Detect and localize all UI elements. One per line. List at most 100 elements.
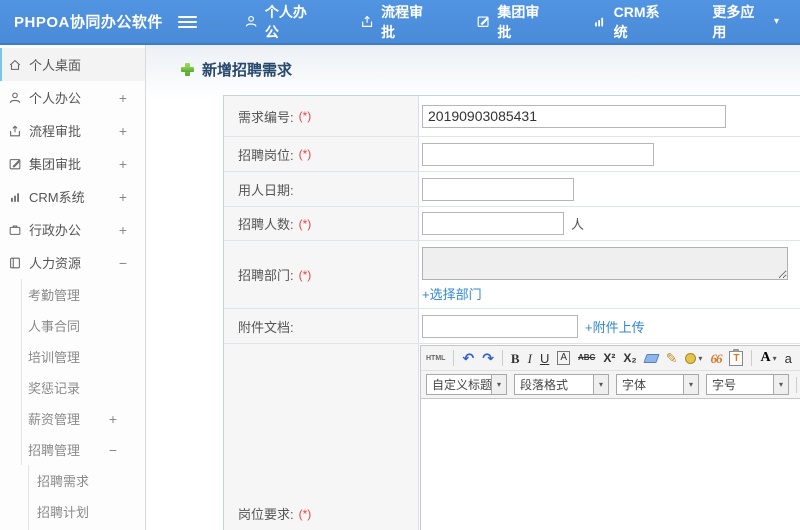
field-label: 需求编号:: [238, 109, 294, 125]
form-row-demand-number: 需求编号: (*): [224, 96, 800, 136]
headcount-input[interactable]: [422, 212, 564, 235]
sidebar-item-recruit-demand[interactable]: 招聘需求: [0, 465, 145, 496]
superscript-button[interactable]: X²: [603, 352, 615, 364]
background-color-button[interactable]: a: [785, 352, 792, 365]
edit-square-icon: [477, 16, 489, 27]
home-icon: [9, 59, 21, 70]
department-textarea[interactable]: [422, 247, 788, 280]
nav-more-apps[interactable]: 更多应用 ▾: [691, 0, 800, 43]
expand-plus-icon: +: [108, 410, 117, 427]
sidebar-item-group-approval[interactable]: 集团审批 +: [0, 147, 145, 180]
font-family-dropdown[interactable]: 字体 ▾: [616, 374, 699, 395]
attachment-input[interactable]: [422, 314, 578, 338]
field-label: 岗位要求:: [238, 507, 294, 522]
sidebar-item-hr-contract[interactable]: 人事合同: [0, 310, 145, 341]
sidebar-item-reward-punishment[interactable]: 奖惩记录: [0, 372, 145, 403]
color-palette-icon[interactable]: ▾: [685, 352, 702, 364]
redo-icon[interactable]: ↷: [482, 351, 494, 365]
top-bar: PHPOA协同办公软件 个人办公 流程审批 集团审批 CRM系统 更多应用 ▾: [0, 0, 800, 45]
nav-process-approval[interactable]: 流程审批: [339, 0, 455, 43]
required-marker: (*): [298, 506, 312, 521]
nav-crm-system[interactable]: CRM系统: [571, 0, 691, 43]
select-department-link[interactable]: +选择部门: [422, 284, 482, 303]
position-input[interactable]: [422, 142, 654, 166]
paste-text-icon[interactable]: T: [729, 348, 744, 366]
sidebar-item-attendance-mgmt[interactable]: 考勤管理: [0, 279, 145, 310]
expand-plus-icon: +: [118, 155, 127, 172]
binder-icon: [10, 257, 20, 268]
sidebar-item-training-mgmt[interactable]: 培训管理: [0, 341, 145, 372]
form-row-job-requirements: 岗位要求: (*) HTML ↶ ↷ B I U A ABC X² X₂ ✎ ▾…: [224, 343, 800, 530]
recruit-demand-form: 需求编号: (*) 招聘岗位: (*) 用人日期:: [223, 95, 800, 530]
sidebar-item-crm-system[interactable]: CRM系统 +: [0, 180, 145, 213]
sidebar-item-human-resources[interactable]: 人力资源 −: [0, 246, 145, 279]
main-content: 新增招聘需求 需求编号: (*) 招聘岗位: (*): [146, 45, 800, 530]
toolbar-separator: [453, 350, 455, 366]
hire-date-input[interactable]: [422, 177, 574, 201]
chevron-down-icon: ▾: [593, 375, 608, 394]
sidebar-item-recruit-mgmt[interactable]: 招聘管理 −: [0, 434, 145, 465]
required-marker: (*): [298, 109, 312, 123]
italic-button[interactable]: I: [528, 352, 532, 365]
font-size-dropdown[interactable]: 字号 ▾: [706, 374, 789, 395]
toolbar-separator: [796, 376, 797, 393]
subscript-button[interactable]: X₂: [623, 352, 636, 364]
form-row-headcount: 招聘人数: (*) 人: [224, 206, 800, 240]
flow-export-icon: [362, 15, 373, 27]
bold-button[interactable]: B: [511, 352, 520, 365]
field-label: 用人日期:: [238, 182, 294, 198]
required-marker: (*): [298, 147, 312, 161]
font-color-button[interactable]: A ▾: [760, 350, 776, 366]
remove-format-eraser-icon[interactable]: [643, 353, 660, 363]
flow-export-icon: [10, 124, 20, 136]
bar-chart-icon: [595, 17, 604, 27]
toolbar-separator: [751, 350, 753, 366]
headcount-unit: 人: [571, 217, 585, 232]
toolbar-separator: [501, 350, 503, 366]
sidebar-item-personal-desktop[interactable]: 个人桌面: [0, 48, 145, 81]
editor-toolbar-row2: 自定义标题 ▾ 段落格式 ▾ 字体 ▾ 字号 ▾: [421, 371, 800, 399]
collapse-minus-icon: −: [118, 254, 127, 271]
editor-content-area[interactable]: [421, 399, 800, 530]
sidebar-item-recruit-plan[interactable]: 招聘计划: [0, 496, 145, 527]
expand-plus-icon: +: [118, 89, 127, 106]
char-border-button[interactable]: A: [557, 351, 570, 365]
html-source-button[interactable]: HTML: [426, 355, 445, 362]
undo-icon[interactable]: ↶: [462, 351, 474, 365]
chevron-down-icon: ▾: [491, 375, 506, 394]
briefcase-icon: [9, 225, 21, 235]
edit-square-icon: [9, 158, 21, 169]
chevron-down-icon: ▾: [773, 16, 779, 27]
chevron-down-icon: ▾: [773, 375, 788, 394]
sidebar-item-admin-office[interactable]: 行政办公 +: [0, 213, 145, 246]
menu-toggle-icon[interactable]: [177, 15, 197, 28]
nav-personal-office[interactable]: 个人办公: [223, 0, 339, 43]
format-painter-icon[interactable]: ✎: [666, 351, 678, 365]
field-label: 招聘岗位:: [238, 147, 294, 163]
rich-text-editor: HTML ↶ ↷ B I U A ABC X² X₂ ✎ ▾ 66 T A ▾ …: [420, 345, 800, 530]
field-label: 附件文档:: [238, 319, 294, 335]
strikethrough-button[interactable]: ABC: [578, 354, 595, 362]
editor-toolbar-row1: HTML ↶ ↷ B I U A ABC X² X₂ ✎ ▾ 66 T A ▾ …: [421, 346, 800, 371]
form-row-position: 招聘岗位: (*): [224, 136, 800, 171]
user-icon: [9, 92, 21, 103]
underline-button[interactable]: U: [540, 352, 549, 365]
page-title: 新增招聘需求: [181, 58, 800, 80]
paragraph-format-dropdown[interactable]: 段落格式 ▾: [514, 374, 609, 395]
sidebar-item-personal-office[interactable]: 个人办公 +: [0, 81, 145, 114]
custom-title-dropdown[interactable]: 自定义标题 ▾: [426, 374, 507, 395]
field-label: 招聘人数:: [238, 217, 294, 232]
form-row-attachment: 附件文档: +附件上传: [224, 308, 800, 343]
demand-number-input[interactable]: [422, 104, 726, 128]
nav-group-approval[interactable]: 集团审批: [455, 0, 571, 43]
sidebar-item-salary-mgmt[interactable]: 薪资管理 +: [0, 403, 145, 434]
sidebar-item-process-approval[interactable]: 流程审批 +: [0, 114, 145, 147]
form-row-hire-date: 用人日期:: [224, 171, 800, 206]
attachment-upload-link[interactable]: +附件上传: [585, 317, 645, 336]
sidebar: 个人桌面 个人办公 + 流程审批 + 集团审批 + CRM系统 + 行政办公 +…: [0, 45, 146, 530]
expand-plus-icon: +: [118, 188, 127, 205]
field-label: 招聘部门:: [238, 268, 294, 283]
expand-plus-icon: +: [118, 122, 127, 139]
required-marker: (*): [298, 216, 312, 231]
blockquote-button[interactable]: 66: [710, 352, 722, 365]
